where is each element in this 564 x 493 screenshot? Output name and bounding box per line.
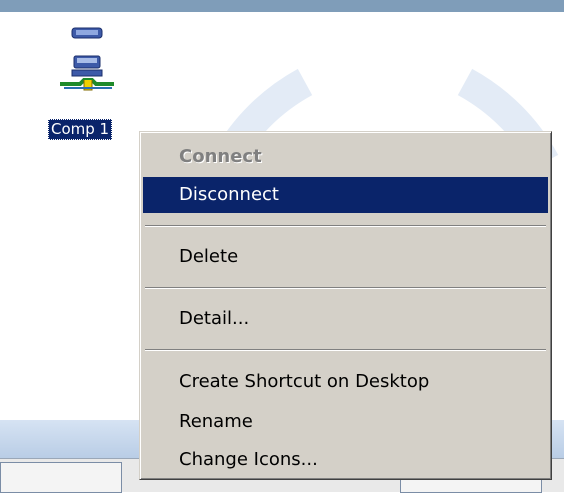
taskbar-tab[interactable] bbox=[0, 462, 122, 493]
desktop-icon-label[interactable]: Comp 1 bbox=[48, 119, 113, 140]
menu-separator bbox=[145, 225, 546, 227]
menu-separator bbox=[145, 287, 546, 289]
menu-item-disconnect[interactable]: Disconnect bbox=[143, 177, 548, 213]
menu-separator bbox=[145, 349, 546, 351]
menu-item-rename[interactable]: Rename bbox=[143, 404, 548, 440]
menu-item-change-icons[interactable]: Change Icons... bbox=[143, 442, 548, 478]
menu-item-delete[interactable]: Delete bbox=[143, 239, 548, 275]
menu-item-create-shortcut[interactable]: Create Shortcut on Desktop bbox=[143, 364, 548, 400]
context-menu: Connect Disconnect Delete Detail... Crea… bbox=[139, 131, 552, 480]
menu-item-detail[interactable]: Detail... bbox=[143, 301, 548, 337]
top-border-band bbox=[0, 0, 564, 12]
network-computer-icon[interactable] bbox=[58, 26, 118, 106]
menu-item-connect: Connect bbox=[179, 146, 262, 167]
